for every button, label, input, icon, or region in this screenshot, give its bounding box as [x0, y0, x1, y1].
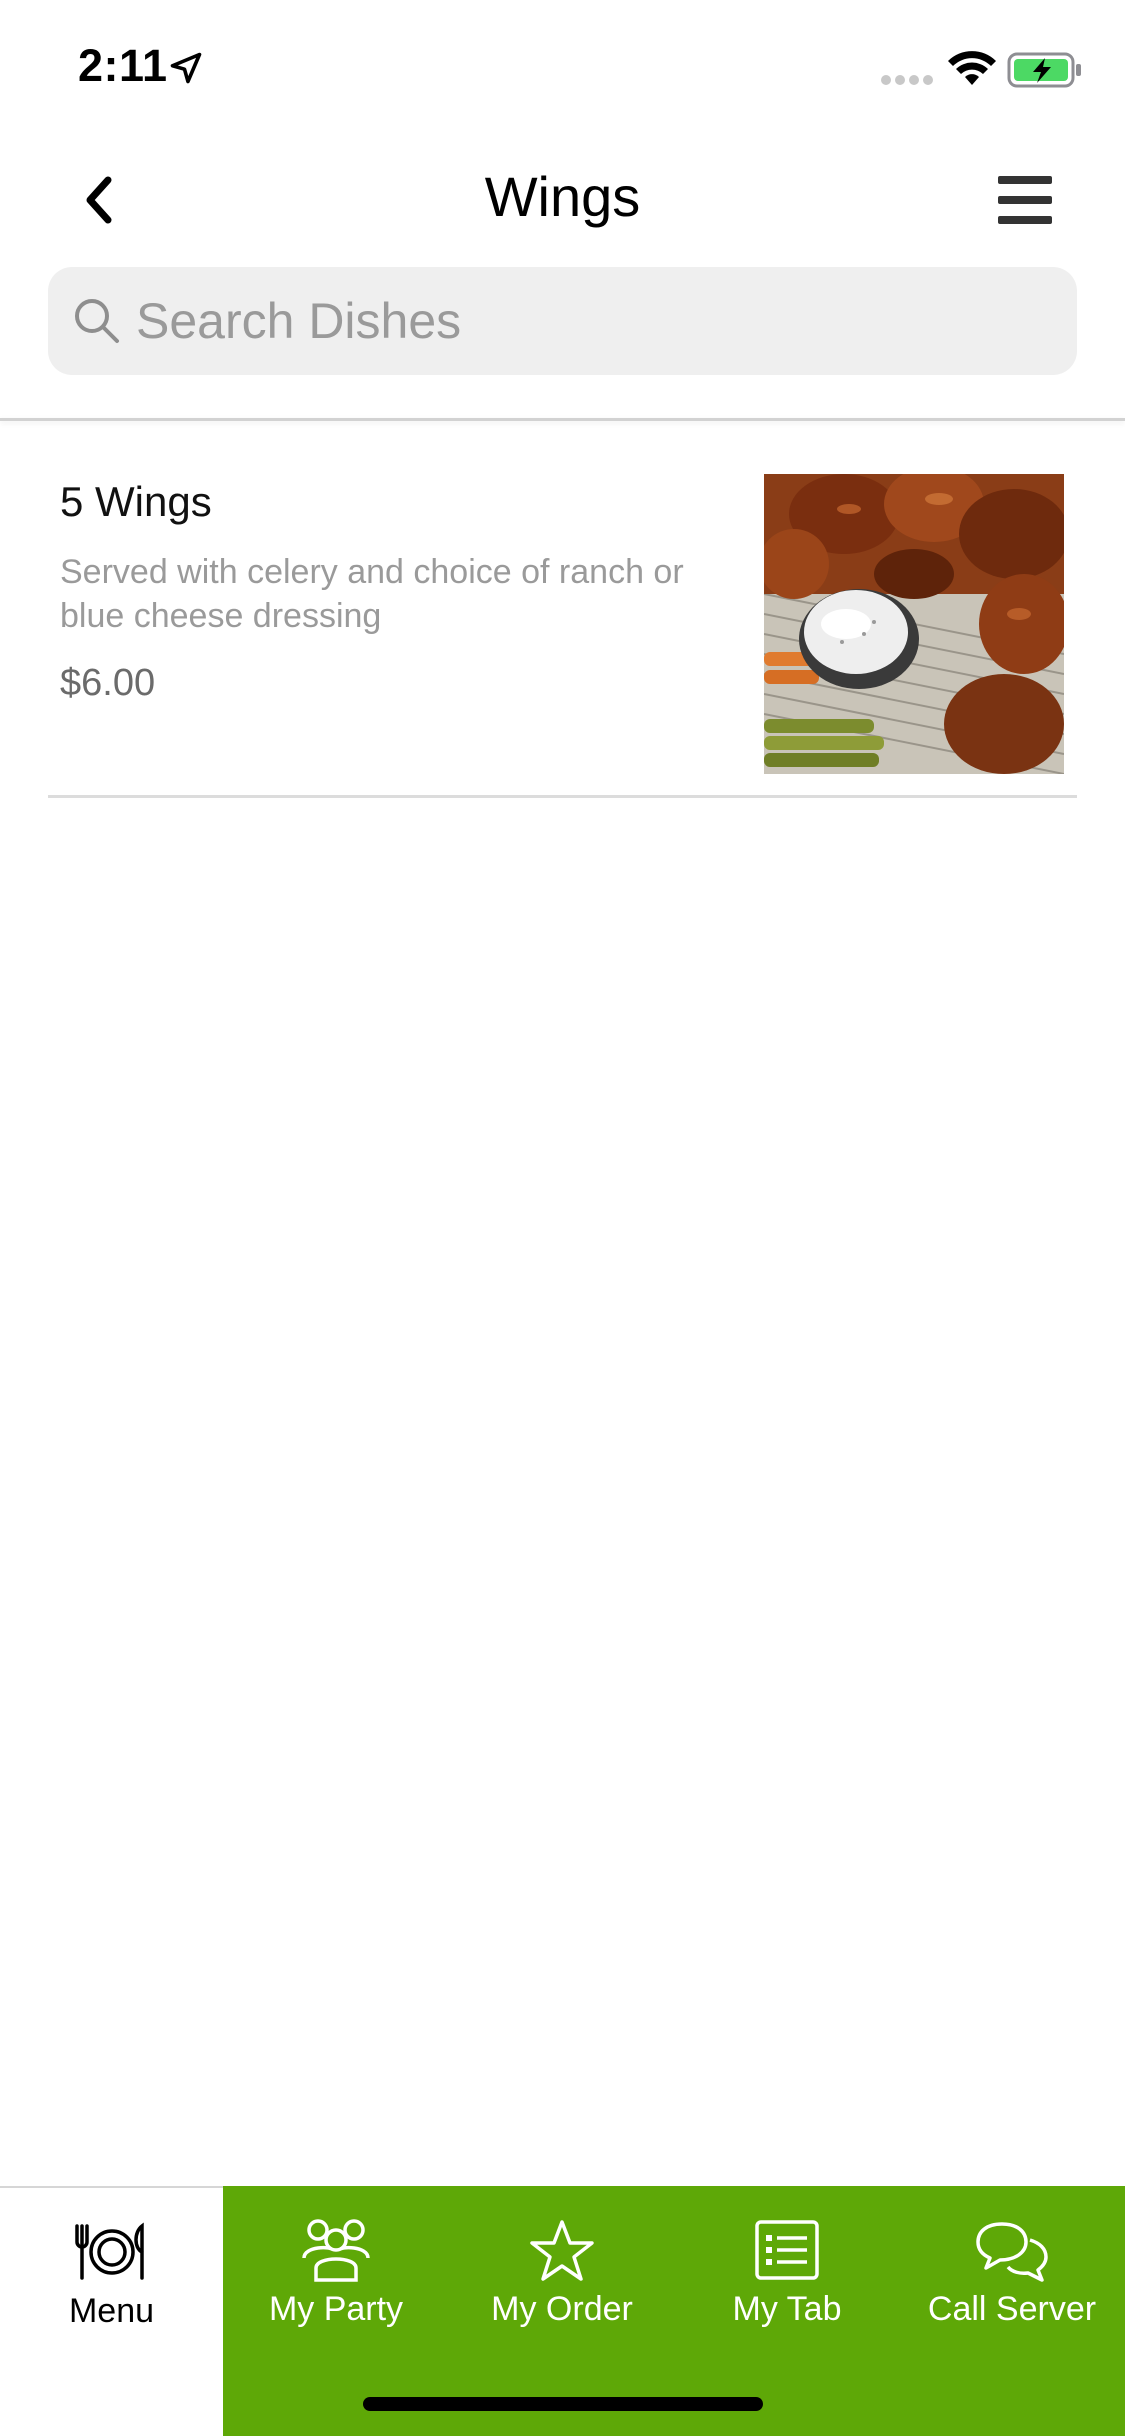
tab-label-my-party: My Party [268, 2290, 404, 2328]
plate-fork-knife-icon [74, 2222, 144, 2280]
chicken-wings-photo [764, 474, 1064, 774]
tab-label-call-server: Call Server [927, 2290, 1097, 2328]
cellular-signal-icon [881, 75, 933, 85]
search-bar[interactable] [48, 267, 1077, 375]
battery-charging-icon [1007, 52, 1081, 88]
wings-menu-screen: 2:11 Wings Search Dishes 5 Wings Served … [0, 0, 1125, 2436]
header-divider [0, 418, 1125, 421]
dish-price: $6.00 [60, 662, 156, 704]
tab-call-server[interactable]: Call Server [899, 2186, 1125, 2436]
group-people-icon [302, 2219, 370, 2282]
dish-description: Served with celery and choice of ranch o… [60, 553, 684, 635]
dish-list-item[interactable]: 5 Wings Served with celery and choice of… [48, 440, 1077, 797]
star-icon [530, 2220, 594, 2281]
home-indicator [363, 2397, 763, 2411]
list-receipt-icon [755, 2220, 819, 2280]
tab-label-my-order: My Order [491, 2290, 633, 2328]
wifi-icon [948, 51, 996, 85]
dish-name: 5 Wings [60, 478, 212, 525]
item-divider [48, 795, 1077, 798]
search-icon [75, 299, 119, 343]
location-arrow-icon [170, 52, 202, 84]
chat-bubbles-icon [976, 2222, 1048, 2282]
nav-header: Wings [0, 150, 1125, 250]
hamburger-menu-icon[interactable] [990, 170, 1060, 230]
tab-menu[interactable]: Menu [0, 2186, 223, 2436]
status-bar: 2:11 [0, 0, 1125, 132]
tab-label-my-tab: My Tab [732, 2290, 842, 2328]
status-time: 2:11 [78, 40, 168, 91]
search-input[interactable] [136, 267, 1056, 375]
tab-label-menu: Menu [68, 2292, 155, 2330]
page-title: Wings [484, 165, 641, 228]
